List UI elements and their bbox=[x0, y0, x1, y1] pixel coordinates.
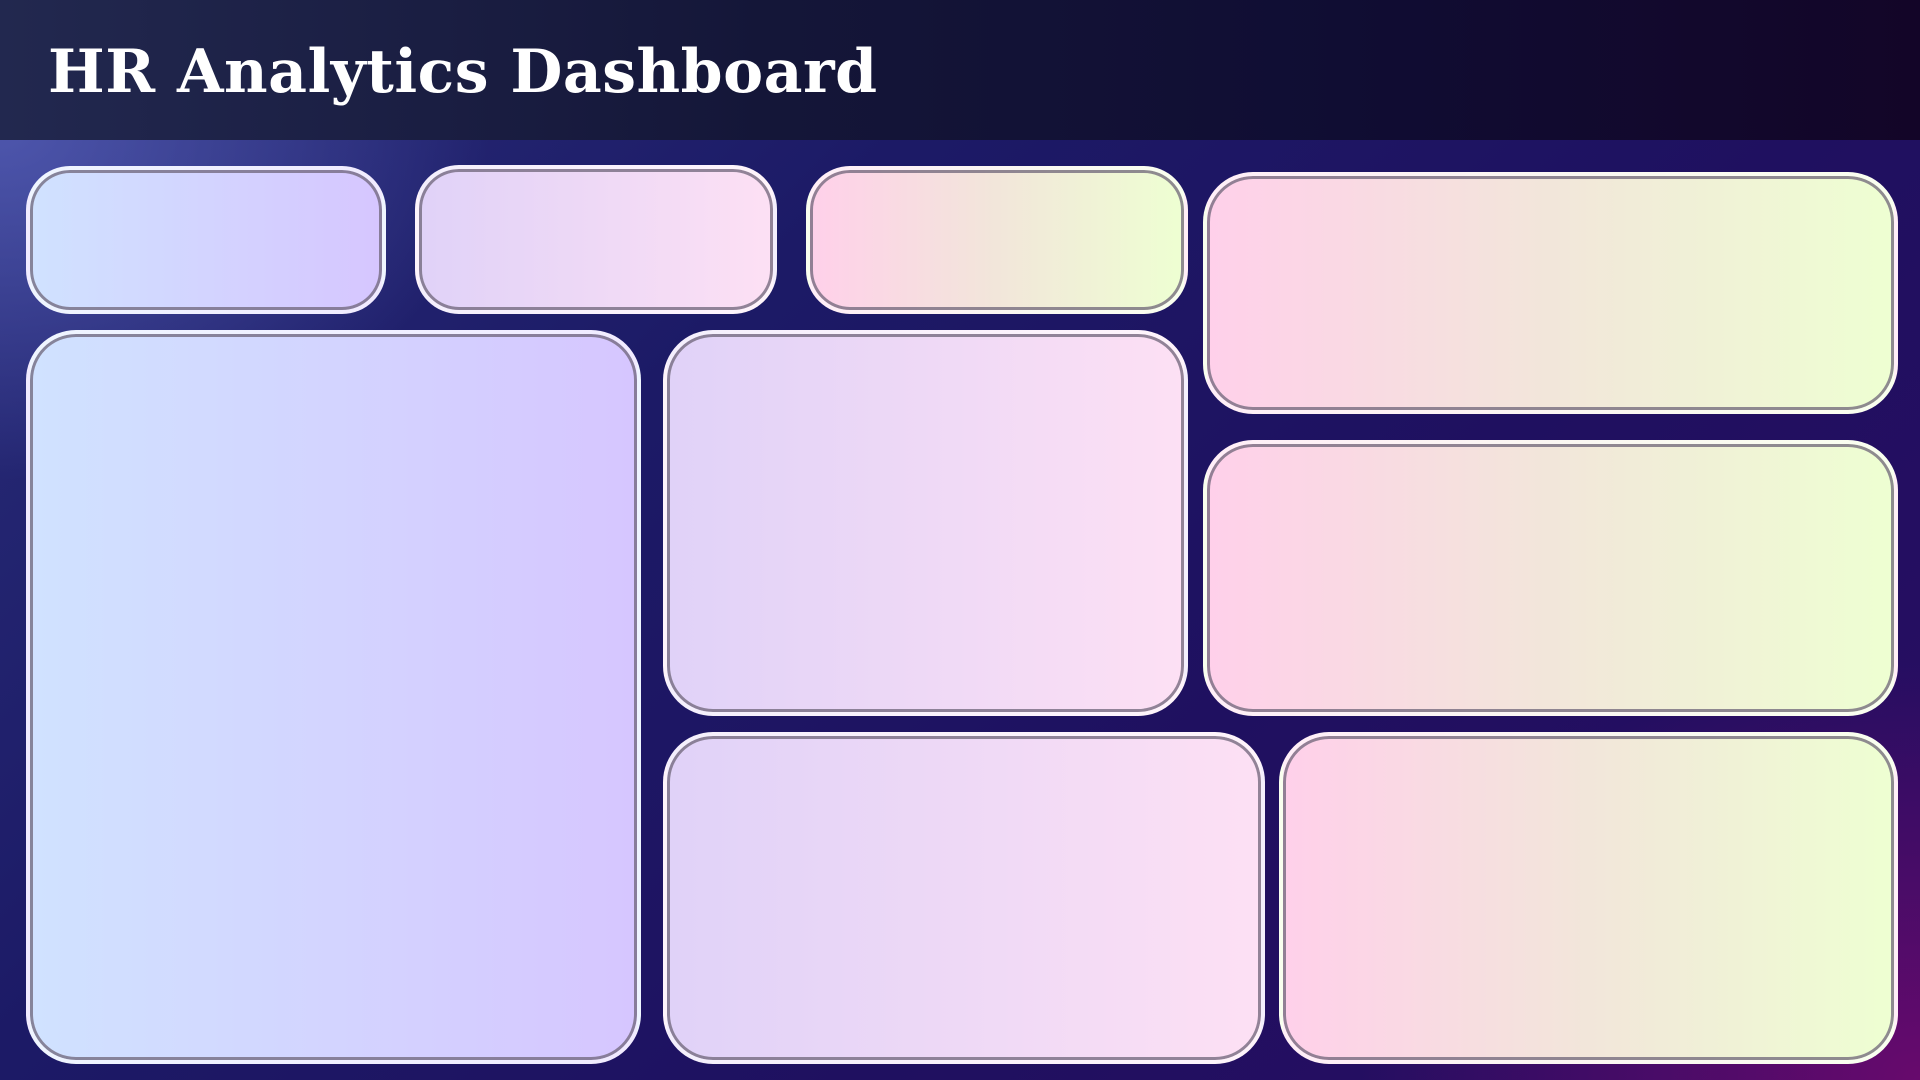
dashboard-header: HR Analytics Dashboard bbox=[0, 0, 1920, 140]
top-right-panel bbox=[1203, 172, 1898, 414]
right-mid-panel bbox=[1203, 440, 1898, 716]
bottom-center-panel bbox=[663, 732, 1265, 1064]
page-title: HR Analytics Dashboard bbox=[48, 37, 878, 107]
kpi-card-3 bbox=[806, 166, 1188, 314]
bottom-right-panel bbox=[1279, 732, 1898, 1064]
kpi-card-1 bbox=[26, 166, 386, 314]
left-large-panel bbox=[26, 330, 641, 1064]
center-mid-panel bbox=[663, 330, 1188, 716]
kpi-card-2 bbox=[415, 165, 777, 314]
